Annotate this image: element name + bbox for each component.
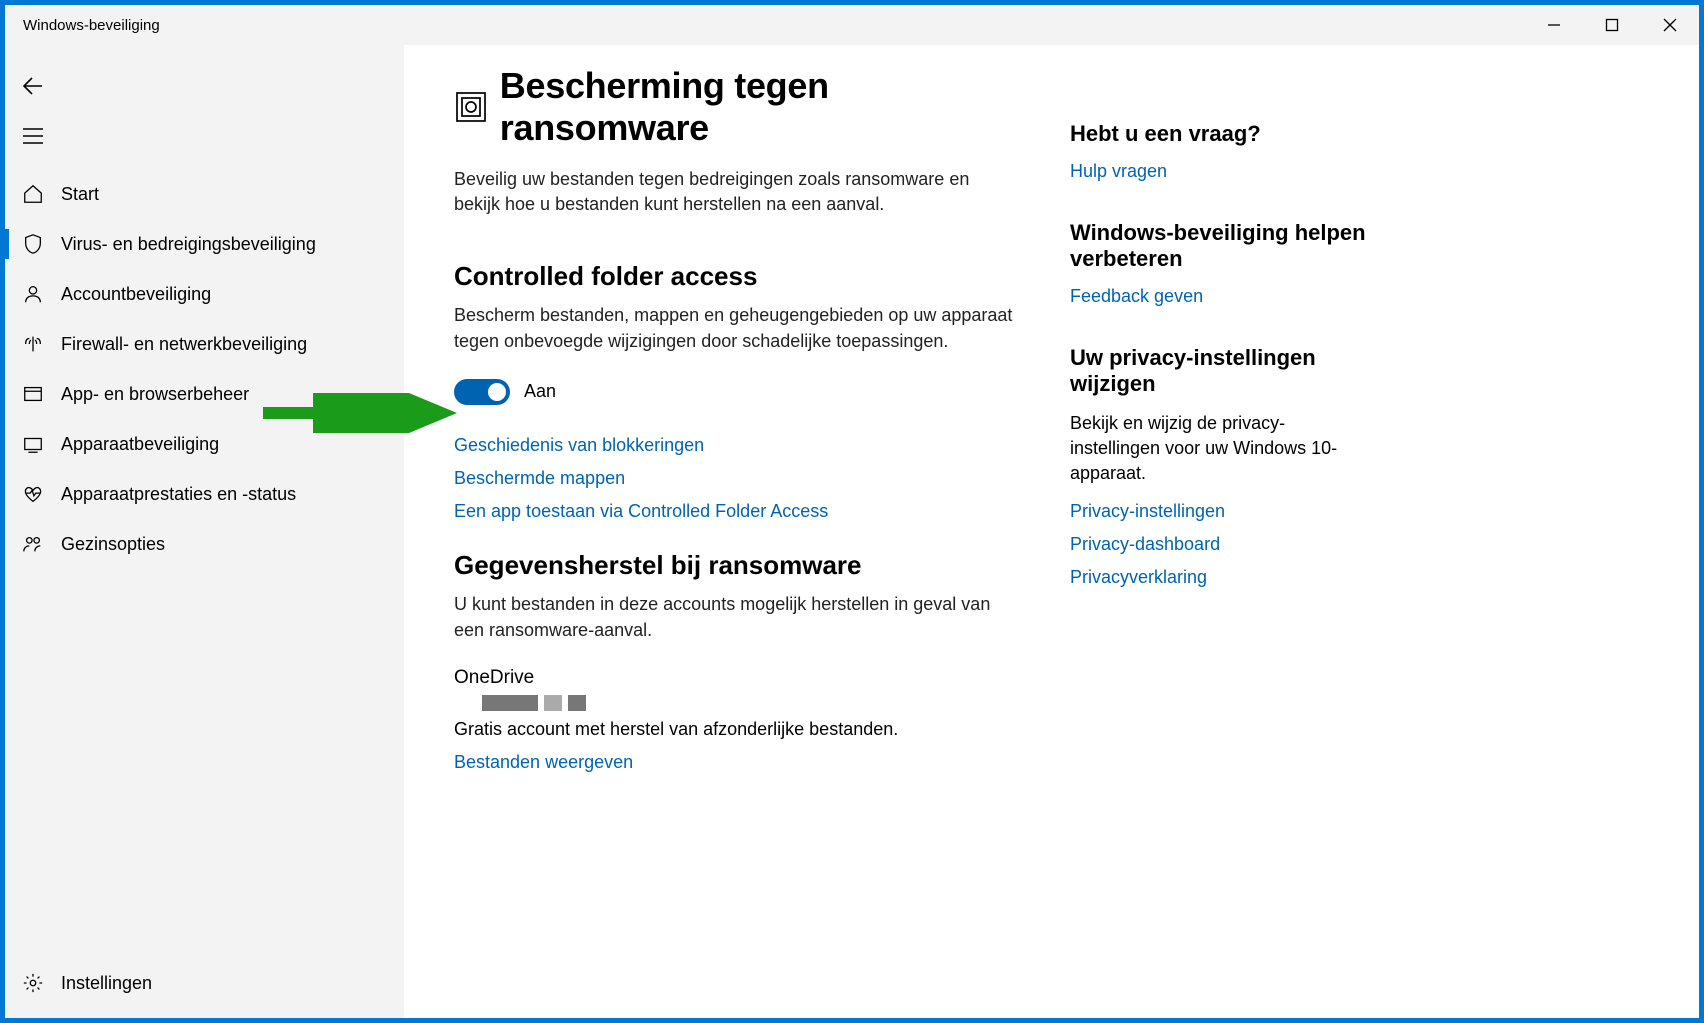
nav-list: Start Virus- en bedreigingsbeveiliging A… — [5, 169, 404, 958]
link-privacy-settings[interactable]: Privacy-instellingen — [1070, 501, 1370, 522]
window-title: Windows-beveiliging — [5, 17, 160, 34]
link-give-feedback[interactable]: Feedback geven — [1070, 286, 1370, 307]
nav-label: App- en browserbeheer — [61, 384, 249, 405]
nav-item-family[interactable]: Gezinsopties — [5, 519, 404, 569]
nav-label: Firewall- en netwerkbeveiliging — [61, 334, 307, 355]
onedrive-free-account: Gratis account met herstel van afzonderl… — [454, 719, 1014, 740]
content-column: Bescherming tegen ransomware Beveilig uw… — [454, 65, 1014, 1018]
link-view-files[interactable]: Bestanden weergeven — [454, 752, 1014, 773]
nav-item-account[interactable]: Accountbeveiliging — [5, 269, 404, 319]
nav-item-settings[interactable]: Instellingen — [5, 958, 404, 1008]
home-icon — [19, 180, 47, 208]
browser-icon — [19, 380, 47, 408]
aside-question-title: Hebt u een vraag? — [1070, 121, 1370, 147]
nav-item-virus[interactable]: Virus- en bedreigingsbeveiliging — [5, 219, 404, 269]
window-controls — [1525, 5, 1699, 45]
aside-privacy-desc: Bekijk en wijzig de privacy-instellingen… — [1070, 411, 1370, 487]
aside-column: Hebt u een vraag? Hulp vragen Windows-be… — [1070, 65, 1370, 1018]
nav-item-firewall[interactable]: Firewall- en netwerkbeveiliging — [5, 319, 404, 369]
cfa-title: Controlled folder access — [454, 261, 1014, 292]
sidebar: Start Virus- en bedreigingsbeveiliging A… — [5, 45, 404, 1018]
gear-icon — [19, 969, 47, 997]
person-icon — [19, 280, 47, 308]
aside-improve-title: Windows-beveiliging helpen verbeteren — [1070, 220, 1370, 272]
page-description: Beveilig uw bestanden tegen bedreigingen… — [454, 167, 1014, 217]
nav-label: Apparaatprestaties en -status — [61, 484, 296, 505]
nav-item-start[interactable]: Start — [5, 169, 404, 219]
nav-label: Virus- en bedreigingsbeveiliging — [61, 234, 316, 255]
link-allow-app[interactable]: Een app toestaan via Controlled Folder A… — [454, 501, 1014, 522]
nav-label: Gezinsopties — [61, 534, 165, 555]
recovery-description: U kunt bestanden in deze accounts mogeli… — [454, 591, 1014, 643]
onedrive-account-redacted — [482, 695, 1014, 711]
nav-label: Apparaatbeveiliging — [61, 434, 219, 455]
close-button[interactable] — [1641, 5, 1699, 45]
nav-item-device[interactable]: Apparaatbeveiliging — [5, 419, 404, 469]
onedrive-label: OneDrive — [454, 667, 1014, 689]
nav-item-health[interactable]: Apparaatprestaties en -status — [5, 469, 404, 519]
nav-label: Instellingen — [61, 973, 152, 994]
back-button[interactable] — [5, 61, 61, 111]
heart-icon — [19, 480, 47, 508]
page-title: Bescherming tegen ransomware — [500, 65, 1014, 149]
titlebar: Windows-beveiliging — [5, 5, 1699, 45]
minimize-button[interactable] — [1525, 5, 1583, 45]
link-block-history[interactable]: Geschiedenis van blokkeringen — [454, 435, 1014, 456]
link-protected-folders[interactable]: Beschermde mappen — [454, 468, 1014, 489]
maximize-button[interactable] — [1583, 5, 1641, 45]
cfa-toggle-row: Aan — [454, 379, 1014, 405]
nav-item-app[interactable]: App- en browserbeheer — [5, 369, 404, 419]
shield-icon — [19, 230, 47, 258]
device-icon — [19, 430, 47, 458]
nav-label: Accountbeveiliging — [61, 284, 211, 305]
link-get-help[interactable]: Hulp vragen — [1070, 161, 1370, 182]
main-area: Bescherming tegen ransomware Beveilig uw… — [404, 45, 1699, 1018]
ransomware-icon — [454, 89, 488, 125]
hamburger-button[interactable] — [5, 111, 61, 161]
nav-label: Start — [61, 184, 99, 205]
app-window: Windows-beveiliging — [5, 5, 1699, 1018]
family-icon — [19, 530, 47, 558]
link-privacy-statement[interactable]: Privacyverklaring — [1070, 567, 1370, 588]
cfa-toggle-label: Aan — [524, 381, 556, 402]
recovery-title: Gegevensherstel bij ransomware — [454, 550, 1014, 581]
cfa-toggle[interactable] — [454, 379, 510, 405]
network-icon — [19, 330, 47, 358]
cfa-description: Bescherm bestanden, mappen en geheugenge… — [454, 302, 1014, 354]
link-privacy-dashboard[interactable]: Privacy-dashboard — [1070, 534, 1370, 555]
aside-privacy-title: Uw privacy-instellingen wijzigen — [1070, 345, 1370, 397]
